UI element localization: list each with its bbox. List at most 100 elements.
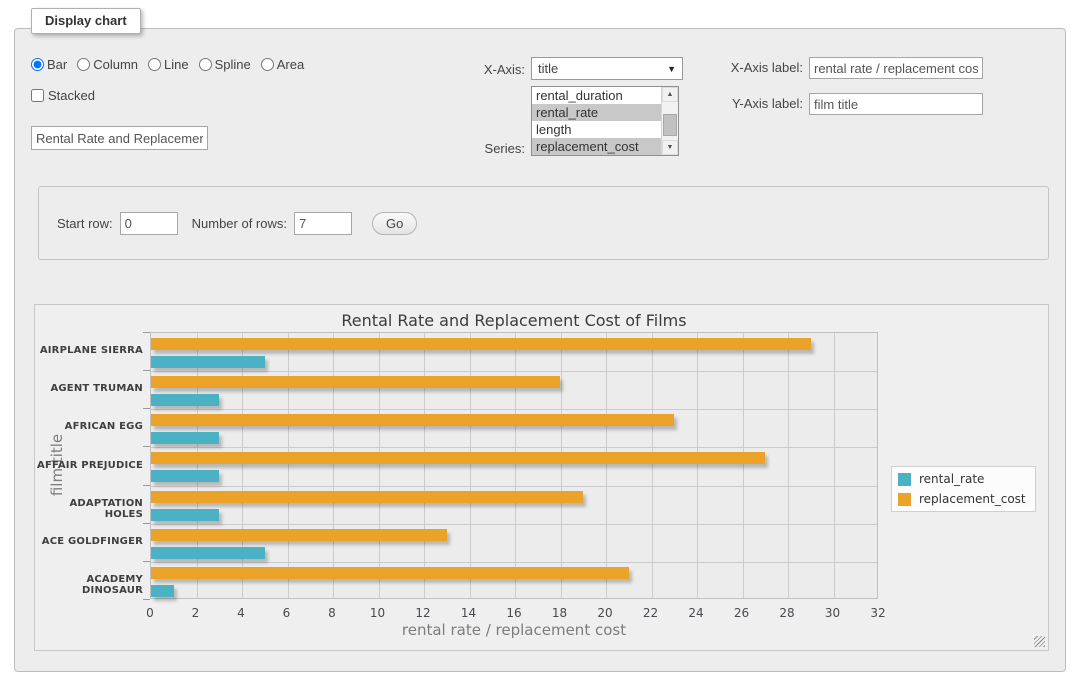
x-tick-label: 22 xyxy=(636,606,666,620)
bar-rental_rate xyxy=(151,509,219,521)
chart-type-option-spline[interactable]: Spline xyxy=(199,57,251,72)
gridline-horizontal xyxy=(151,447,877,448)
y-axis-label-input[interactable] xyxy=(809,93,983,115)
number-of-rows-label: Number of rows: xyxy=(192,216,287,231)
stacked-label: Stacked xyxy=(48,88,95,103)
bar-replacement_cost xyxy=(151,338,811,350)
chart-type-radio-bar[interactable] xyxy=(31,58,44,71)
chart-type-option-label: Area xyxy=(277,57,304,72)
gridline-vertical xyxy=(424,333,425,598)
y-axis-tick xyxy=(143,332,150,333)
x-tick-label: 30 xyxy=(818,606,848,620)
rows-control-panel: Start row: Number of rows: Go xyxy=(38,186,1049,260)
gridline-vertical xyxy=(697,333,698,598)
resize-handle-icon[interactable] xyxy=(1034,636,1045,647)
series-option-replacement_cost[interactable]: replacement_cost xyxy=(532,138,661,155)
go-button[interactable]: Go xyxy=(372,212,417,235)
category-label: AFRICAN EGG xyxy=(35,421,143,432)
series-listbox[interactable]: rental_durationrental_ratelengthreplacem… xyxy=(531,86,679,156)
gridline-horizontal xyxy=(151,562,877,563)
legend-swatch-rental_rate xyxy=(898,473,911,486)
series-option-length[interactable]: length xyxy=(532,121,661,138)
category-label: AIRPLANE SIERRA xyxy=(35,345,143,356)
x-tick-label: 28 xyxy=(772,606,802,620)
chart-type-option-area[interactable]: Area xyxy=(261,57,304,72)
x-tick-label: 8 xyxy=(317,606,347,620)
series-option-rental_duration[interactable]: rental_duration xyxy=(532,87,661,104)
chevron-down-icon: ▼ xyxy=(667,64,676,74)
chart-type-radio-area[interactable] xyxy=(261,58,274,71)
y-axis-tick xyxy=(143,561,150,562)
scrollbar-track[interactable] xyxy=(662,102,678,140)
x-tick-label: 10 xyxy=(363,606,393,620)
gridline-vertical xyxy=(379,333,380,598)
gridline-vertical xyxy=(515,333,516,598)
bar-rental_rate xyxy=(151,470,219,482)
gridline-vertical xyxy=(288,333,289,598)
legend-label: replacement_cost xyxy=(919,492,1026,506)
gridline-vertical xyxy=(788,333,789,598)
bar-replacement_cost xyxy=(151,452,765,464)
x-axis-label-field-label: X-Axis label: xyxy=(713,60,803,75)
start-row-input[interactable] xyxy=(120,212,178,235)
x-tick-label: 18 xyxy=(545,606,575,620)
x-axis-label-input[interactable] xyxy=(809,57,983,79)
display-chart-panel: Display chart BarColumnLineSplineArea St… xyxy=(14,28,1066,672)
chart-type-option-bar[interactable]: Bar xyxy=(31,57,67,72)
chart-type-option-line[interactable]: Line xyxy=(148,57,189,72)
y-axis-tick xyxy=(143,485,150,486)
bar-replacement_cost xyxy=(151,529,447,541)
chart-type-option-label: Column xyxy=(93,57,138,72)
x-tick-label: 14 xyxy=(454,606,484,620)
start-row-label: Start row: xyxy=(57,216,113,231)
chart-type-option-column[interactable]: Column xyxy=(77,57,138,72)
chart-type-radio-spline[interactable] xyxy=(199,58,212,71)
category-label: ACADEMY DINOSAUR xyxy=(35,574,143,596)
x-axis-title: rental rate / replacement cost xyxy=(150,621,878,639)
chart-type-option-label: Spline xyxy=(215,57,251,72)
bar-replacement_cost xyxy=(151,491,583,503)
gridline-vertical xyxy=(470,333,471,598)
stacked-checkbox[interactable] xyxy=(31,89,44,102)
bar-replacement_cost xyxy=(151,567,629,579)
gridline-vertical xyxy=(743,333,744,598)
chart-type-radio-group: Bar Column Line Spline Area xyxy=(31,57,310,72)
bar-rental_rate xyxy=(151,585,174,597)
y-axis-tick xyxy=(143,446,150,447)
scrollbar-thumb[interactable] xyxy=(663,114,677,136)
chart-type-radio-column[interactable] xyxy=(77,58,90,71)
bar-rental_rate xyxy=(151,356,265,368)
chart-legend: rental_rate replacement_cost xyxy=(891,466,1036,512)
x-axis-select[interactable]: title ▼ xyxy=(531,57,683,80)
chart-type-radio-line[interactable] xyxy=(148,58,161,71)
chart-title: Rental Rate and Replacement Cost of Film… xyxy=(150,311,878,330)
scroll-down-icon[interactable]: ▼ xyxy=(662,140,678,155)
series-option-rental_rate[interactable]: rental_rate xyxy=(532,104,661,121)
gridline-vertical xyxy=(333,333,334,598)
bar-replacement_cost xyxy=(151,414,674,426)
scroll-up-icon[interactable]: ▲ xyxy=(662,87,678,102)
x-tick-label: 2 xyxy=(181,606,211,620)
category-label: AGENT TRUMAN xyxy=(35,383,143,394)
y-axis-tick xyxy=(143,599,150,600)
y-axis-tick xyxy=(143,523,150,524)
y-axis-label-field-label: Y-Axis label: xyxy=(713,96,803,111)
x-tick-label: 12 xyxy=(408,606,438,620)
x-tick-label: 6 xyxy=(272,606,302,620)
category-label: AFFAIR PREJUDICE xyxy=(35,460,143,471)
bar-replacement_cost xyxy=(151,376,560,388)
bar-rental_rate xyxy=(151,547,265,559)
gridline-vertical xyxy=(834,333,835,598)
gridline-horizontal xyxy=(151,524,877,525)
panel-legend: Display chart xyxy=(31,8,141,34)
x-axis-select-label: X-Axis: xyxy=(445,62,525,77)
gridline-horizontal xyxy=(151,409,877,410)
x-tick-label: 0 xyxy=(135,606,165,620)
x-axis-select-value: title xyxy=(538,61,667,76)
x-tick-label: 24 xyxy=(681,606,711,620)
series-listbox-scrollbar[interactable]: ▲ ▼ xyxy=(661,87,678,155)
chart-title-input[interactable] xyxy=(31,126,208,150)
x-tick-label: 4 xyxy=(226,606,256,620)
number-of-rows-input[interactable] xyxy=(294,212,352,235)
legend-entry-rental_rate: rental_rate xyxy=(898,472,1026,486)
